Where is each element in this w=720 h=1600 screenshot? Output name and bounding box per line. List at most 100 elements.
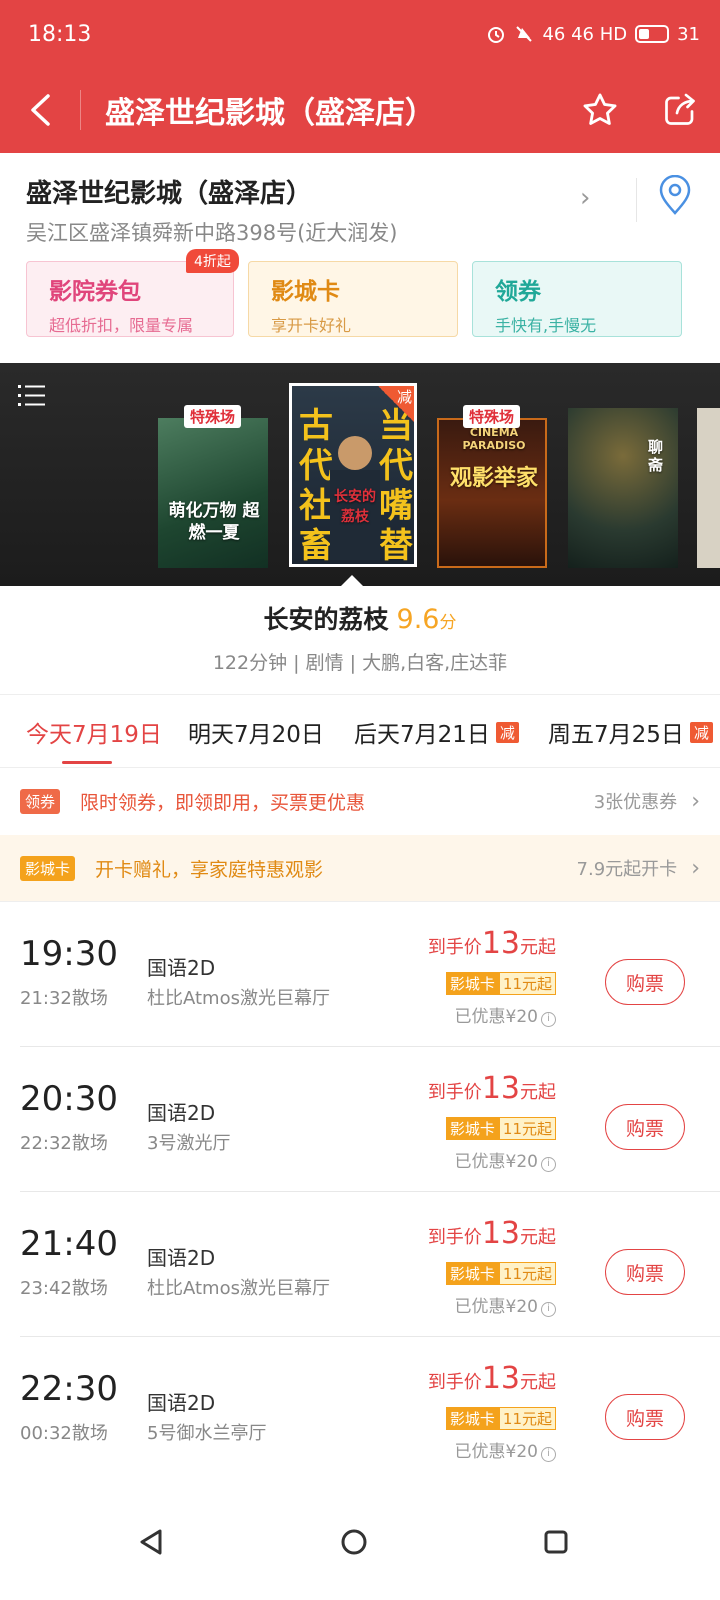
- cinema-info: 盛泽世纪影城（盛泽店） 吴江区盛泽镇舜新中路398号(近大润发) › 影院券包 …: [0, 153, 720, 363]
- network-text: 46 46 HD: [542, 23, 628, 45]
- info-icon: i: [541, 1157, 556, 1172]
- poster-slogan-left: 古代社畜: [299, 406, 333, 566]
- nav-back-button[interactable]: [138, 1528, 164, 1560]
- price-suffix: 元起: [520, 937, 556, 958]
- movie-info: 长安的荔枝 9.6分 122分钟 | 剧情 | 大鹏,白客,庄达菲: [0, 600, 720, 675]
- poster-title: 观影举家: [449, 466, 538, 491]
- date-tab-label: 后天7月21日: [354, 722, 490, 748]
- language-format: 国语2D: [147, 956, 216, 980]
- date-tab-tomorrow[interactable]: 明天7月20日: [188, 715, 324, 749]
- language-format: 国语2D: [147, 1246, 216, 1270]
- movie-poster[interactable]: 聊斋: [568, 408, 678, 568]
- top-bar: 18:13 46 46 HD 31 盛泽世纪影城（盛泽店）: [0, 0, 720, 153]
- nav-recents-button[interactable]: [542, 1528, 570, 1560]
- selected-pointer: [340, 575, 364, 587]
- page-title: 盛泽世纪影城（盛泽店）: [105, 96, 435, 131]
- hall-name: 3号激光厅: [147, 1133, 231, 1154]
- showtime-row[interactable]: 21:40 23:42散场 国语2D 杜比Atmos激光巨幕厅 到手价13元起 …: [0, 1192, 720, 1337]
- discount-info[interactable]: 已优惠¥20 i: [455, 1437, 556, 1462]
- discount-text: 已优惠¥20: [454, 1007, 538, 1027]
- discount-info[interactable]: 已优惠¥20 i: [455, 1292, 556, 1317]
- showtime-row[interactable]: 19:30 21:32散场 国语2D 杜比Atmos激光巨幕厅 到手价13元起 …: [0, 902, 720, 1047]
- card-promo-text: 开卡赠礼，享家庭特惠观影: [95, 858, 324, 881]
- chevron-right-icon[interactable]: ›: [580, 183, 590, 213]
- price-suffix: 元起: [520, 1082, 556, 1103]
- cinema-address[interactable]: 吴江区盛泽镇舜新中路398号(近大润发): [26, 217, 397, 247]
- discount-text: 已优惠¥20: [454, 1297, 538, 1317]
- share-icon: [665, 93, 695, 125]
- share-button[interactable]: [640, 80, 720, 140]
- final-price: 到手价13元起: [428, 1071, 556, 1106]
- poster-face: [338, 436, 372, 470]
- movie-poster[interactable]: CINEMA PARADISO 观影举家: [437, 418, 547, 568]
- status-bar: 18:13 46 46 HD 31: [28, 18, 700, 50]
- card-subtitle: 超低折扣，限量专属: [49, 316, 194, 335]
- discount-badge: 4折起: [186, 249, 239, 273]
- date-tab-label: 今天7月19日: [26, 722, 162, 748]
- card-price-label: 影城卡: [445, 972, 499, 995]
- status-icons: 46 46 HD 31: [486, 24, 700, 45]
- card-price-label: 影城卡: [445, 1117, 499, 1140]
- discount-info[interactable]: 已优惠¥20 i: [455, 1147, 556, 1172]
- price-prefix: 到手价: [427, 1372, 482, 1393]
- card-price-value: 11元起: [498, 972, 556, 995]
- hall-name: 杜比Atmos激光巨幕厅: [147, 1278, 330, 1299]
- card-promo-row[interactable]: 影城卡 开卡赠礼，享家庭特惠观影 7.9元起开卡 ›: [0, 835, 720, 901]
- start-time: 22:30: [20, 1369, 118, 1409]
- star-icon: [583, 93, 617, 125]
- movie-score: 9.6分: [397, 604, 457, 635]
- movie-poster[interactable]: [697, 408, 720, 568]
- favorite-button[interactable]: [560, 80, 640, 140]
- date-tab-friday[interactable]: 周五7月25日减: [548, 715, 713, 749]
- score-unit: 分: [439, 613, 457, 633]
- date-tab-day-after[interactable]: 后天7月21日减: [354, 715, 519, 749]
- showtime-row[interactable]: 20:30 22:32散场 国语2D 3号激光厅 到手价13元起 影城卡 11元起…: [0, 1047, 720, 1192]
- cinema-name[interactable]: 盛泽世纪影城（盛泽店）: [26, 173, 312, 210]
- back-button[interactable]: [0, 80, 80, 140]
- system-nav-bar: [0, 1500, 720, 1600]
- price-prefix: 到手价: [427, 1227, 482, 1248]
- date-tab-today[interactable]: 今天7月19日: [26, 715, 162, 749]
- movie-poster-selected[interactable]: 古代社畜 当代嘴替 长安的荔枝 减: [289, 383, 417, 567]
- battery-icon: [635, 25, 670, 43]
- info-icon: i: [541, 1012, 556, 1027]
- final-price: 到手价13元起: [428, 926, 556, 961]
- list-icon: [18, 385, 45, 406]
- start-time: 19:30: [20, 934, 118, 974]
- buy-ticket-button[interactable]: 购票: [605, 959, 685, 1005]
- nav-home-button[interactable]: [340, 1528, 368, 1560]
- hall-name: 5号御水兰亭厅: [147, 1423, 267, 1444]
- discount-info[interactable]: 已优惠¥20 i: [455, 1002, 556, 1027]
- coupon-promo-row[interactable]: 领券 限时领券，即领即用，买票更优惠 3张优惠券 ›: [0, 768, 720, 834]
- location-button[interactable]: [658, 174, 692, 219]
- circle-home-icon: [341, 1529, 367, 1555]
- price-value: 13: [481, 926, 520, 961]
- language-format: 国语2D: [147, 1391, 216, 1415]
- chevron-right-icon: ›: [691, 788, 700, 814]
- end-time: 21:32散场: [20, 988, 108, 1009]
- showtime-row[interactable]: 22:30 00:32散场 国语2D 5号御水兰亭厅 到手价13元起 影城卡 11…: [0, 1337, 720, 1482]
- poster-slogan-right: 当代嘴替: [379, 406, 413, 566]
- get-coupon-card[interactable]: 领券 手快有,手慢无: [472, 261, 682, 337]
- movie-list-button[interactable]: [18, 383, 46, 411]
- card-price-value: 11元起: [498, 1117, 556, 1140]
- movie-poster[interactable]: 萌化万物 超燃一夏: [158, 418, 268, 568]
- active-tab-indicator: [62, 761, 112, 764]
- coupon-promo-text: 限时领券，即领即用，买票更优惠: [80, 791, 366, 814]
- price-suffix: 元起: [520, 1372, 556, 1393]
- buy-ticket-button[interactable]: 购票: [605, 1394, 685, 1440]
- coupon-count: 3张优惠券: [593, 792, 678, 813]
- buy-ticket-button[interactable]: 购票: [605, 1249, 685, 1295]
- poster-carousel[interactable]: 萌化万物 超燃一夏 特殊场 古代社畜 当代嘴替 长安的荔枝 减 CINEMA P…: [0, 363, 720, 586]
- card-title: 影院券包: [49, 279, 141, 305]
- cinema-card-card[interactable]: 影城卡 享开卡好礼: [248, 261, 458, 337]
- price-value: 13: [481, 1071, 520, 1106]
- discount-corner: 减: [376, 386, 414, 424]
- poster-title: 聊斋: [648, 438, 664, 474]
- info-icon: i: [541, 1302, 556, 1317]
- poster-title: 萌化万物 超燃一夏: [168, 501, 260, 543]
- discount-text: 已优惠¥20: [454, 1442, 538, 1462]
- buy-ticket-button[interactable]: 购票: [605, 1104, 685, 1150]
- discount-tag: 减: [689, 722, 713, 743]
- card-price: 影城卡 11元起: [445, 1262, 556, 1285]
